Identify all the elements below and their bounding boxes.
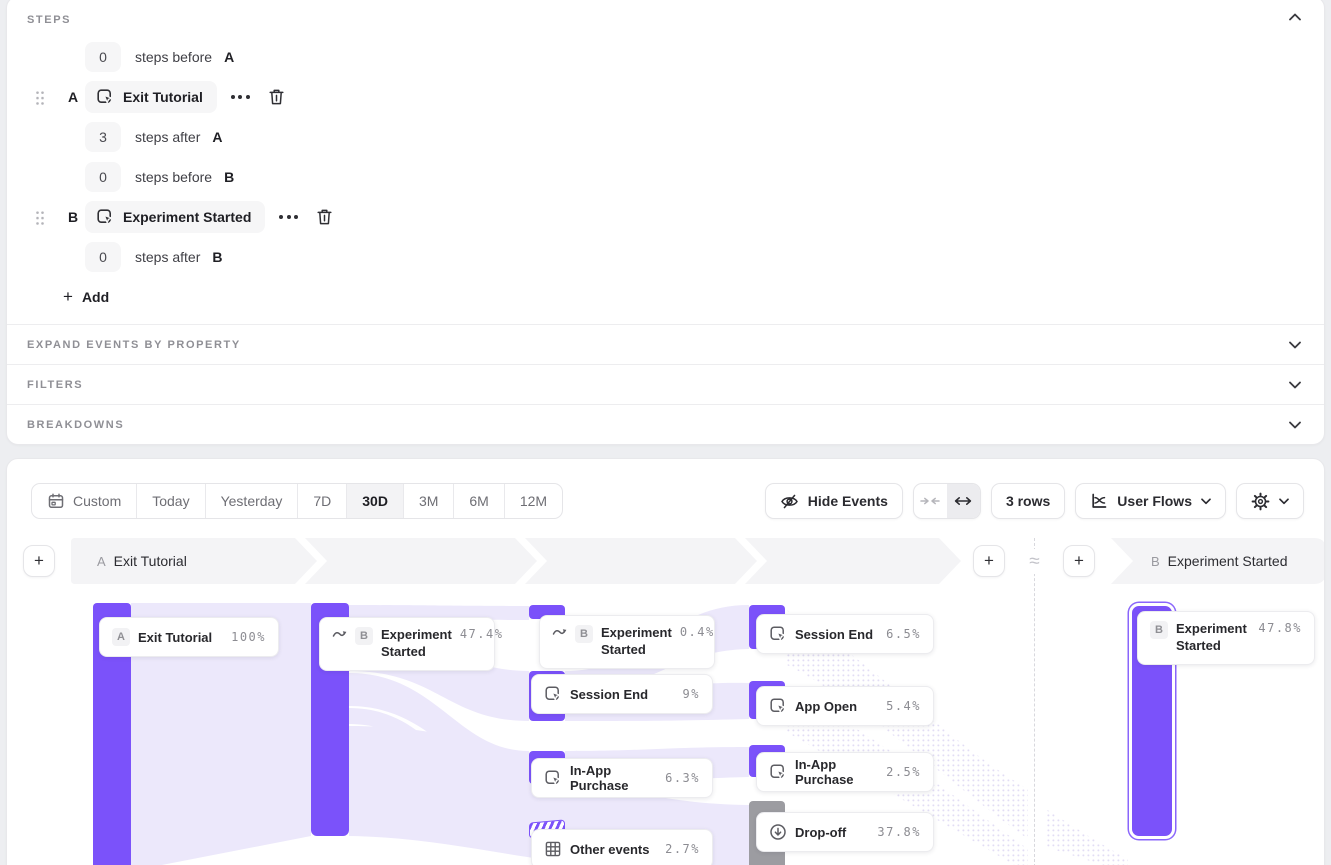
- flow-node-experiment-started-step3[interactable]: B Experiment Started 0.4%: [539, 615, 715, 669]
- event-click-icon: [544, 769, 562, 787]
- steps-after-a-row: 3 steps after A: [7, 117, 1324, 157]
- flow-node-exit-tutorial[interactable]: A Exit Tutorial 100%: [99, 617, 279, 657]
- chevron-down-icon[interactable]: [1284, 374, 1306, 396]
- expand-events-by-property-section[interactable]: EXPAND EVENTS BY PROPERTY: [7, 324, 1324, 364]
- steps-count-input[interactable]: 0: [85, 42, 121, 72]
- step-a-badge: A: [112, 628, 130, 646]
- chart-controls: Hide Events 3 rows User Flows: [765, 483, 1304, 519]
- hide-events-button[interactable]: Hide Events: [765, 483, 903, 519]
- user-flows-chart-icon: [1090, 492, 1108, 510]
- chevron-down-icon[interactable]: [1284, 334, 1306, 356]
- chevron-down-icon: [1279, 498, 1289, 505]
- date-range-yesterday[interactable]: Yesterday: [205, 484, 298, 518]
- event-click-icon: [96, 208, 114, 226]
- rows-count-button[interactable]: 3 rows: [991, 483, 1065, 519]
- add-column-after-a-button[interactable]: +: [973, 545, 1005, 577]
- calendar-icon: [47, 492, 65, 510]
- step-b-badge: B: [355, 627, 373, 645]
- column-a-header[interactable]: A Exit Tutorial: [97, 538, 187, 584]
- step-b-row: B Experiment Started: [7, 197, 1324, 237]
- date-range-custom[interactable]: Custom: [32, 484, 136, 518]
- chevron-down-icon[interactable]: [1284, 414, 1306, 436]
- step-b-badge: B: [575, 625, 593, 643]
- columns-break-divider: [1034, 538, 1035, 865]
- date-range-7d[interactable]: 7D: [297, 484, 346, 518]
- filters-section[interactable]: FILTERS: [7, 364, 1324, 404]
- flow-node-other-events-step3[interactable]: Other events 2.7%: [531, 829, 713, 865]
- event-chip-exit-tutorial[interactable]: Exit Tutorial: [85, 81, 217, 113]
- step-b-badge: B: [1150, 621, 1168, 639]
- event-click-icon: [96, 88, 114, 106]
- collapse-columns-icon[interactable]: [914, 484, 947, 518]
- column-b-header[interactable]: B Experiment Started: [1151, 538, 1288, 584]
- delete-step-icon[interactable]: [268, 88, 285, 106]
- flow-continue-arrow-icon: [332, 627, 347, 639]
- steps-section-title: STEPS: [27, 14, 71, 26]
- view-type-dropdown[interactable]: User Flows: [1075, 483, 1226, 519]
- step-letter: A: [64, 89, 82, 105]
- step-a-row: A Exit Tutorial: [7, 77, 1324, 117]
- event-click-icon: [769, 697, 787, 715]
- plus-icon: +: [63, 287, 73, 307]
- date-range-3m[interactable]: 3M: [403, 484, 453, 518]
- more-options-icon[interactable]: [279, 207, 298, 227]
- event-click-icon: [544, 685, 562, 703]
- eye-off-icon: [780, 492, 799, 511]
- dropoff-arrow-icon: [769, 823, 787, 841]
- flow-node-session-end-step3[interactable]: Session End 9%: [531, 674, 713, 714]
- date-range-today[interactable]: Today: [136, 484, 204, 518]
- date-range-30d-selected[interactable]: 30D: [346, 484, 403, 518]
- collapse-expand-toggle: [913, 483, 981, 519]
- flow-continue-arrow-icon: [552, 625, 567, 637]
- add-column-before-b-button[interactable]: +: [1063, 545, 1095, 577]
- delete-step-icon[interactable]: [316, 208, 333, 226]
- query-builder-panel: STEPS 0 steps before A A Exit Tutorial: [6, 0, 1325, 445]
- flow-node-experiment-started-end[interactable]: B Experiment Started 47.8%: [1137, 611, 1315, 665]
- flow-node-inapp-purchase-step4[interactable]: In-App Purchase 2.5%: [756, 752, 934, 792]
- grid-icon: [544, 840, 562, 858]
- approx-break-symbol: ≈: [1022, 549, 1047, 574]
- drag-handle-icon[interactable]: [35, 210, 45, 225]
- flow-node-session-end-step4[interactable]: Session End 6.5%: [756, 614, 934, 654]
- more-options-icon[interactable]: [231, 87, 250, 107]
- event-click-icon: [769, 625, 787, 643]
- steps-after-b-row: 0 steps after B: [7, 237, 1324, 277]
- date-range-6m[interactable]: 6M: [453, 484, 503, 518]
- gear-icon: [1251, 492, 1270, 511]
- breakdowns-section[interactable]: BREAKDOWNS: [7, 404, 1324, 444]
- flow-node-inapp-purchase-step3[interactable]: In-App Purchase 6.3%: [531, 758, 713, 798]
- flow-node-dropoff-step4[interactable]: Drop-off 37.8%: [756, 812, 934, 852]
- event-click-icon: [769, 763, 787, 781]
- steps-count-input[interactable]: 0: [85, 242, 121, 272]
- flow-node-experiment-started-step2[interactable]: B Experiment Started 47.4%: [319, 617, 495, 671]
- add-step-button[interactable]: + Add: [7, 277, 1324, 317]
- steps-count-input[interactable]: 3: [85, 122, 121, 152]
- steps-count-input[interactable]: 0: [85, 162, 121, 192]
- flows-visualization-panel: Custom Today Yesterday 7D 30D 3M 6M 12M …: [6, 458, 1325, 865]
- add-column-left-button[interactable]: +: [23, 545, 55, 577]
- step-letter: B: [64, 209, 82, 225]
- step-columns-header: [71, 538, 961, 584]
- chevron-up-icon[interactable]: [1284, 6, 1306, 28]
- steps-before-a-row: 0 steps before A: [7, 37, 1324, 77]
- sankey-flow-chart: A Exit Tutorial B Experiment Started + +…: [7, 459, 1324, 865]
- event-chip-experiment-started[interactable]: Experiment Started: [85, 201, 265, 233]
- steps-section-header[interactable]: STEPS: [7, 0, 1324, 37]
- flow-node-app-open-step4[interactable]: App Open 5.4%: [756, 686, 934, 726]
- date-range-picker: Custom Today Yesterday 7D 30D 3M 6M 12M: [31, 483, 563, 519]
- steps-before-b-row: 0 steps before B: [7, 157, 1324, 197]
- expand-columns-icon[interactable]: [947, 484, 980, 518]
- drag-handle-icon[interactable]: [35, 90, 45, 105]
- settings-dropdown[interactable]: [1236, 483, 1304, 519]
- user-flows-report: STEPS 0 steps before A A Exit Tutorial: [0, 0, 1331, 865]
- chevron-down-icon: [1201, 498, 1211, 505]
- chart-toolbar: Custom Today Yesterday 7D 30D 3M 6M 12M …: [31, 483, 1304, 519]
- date-range-12m[interactable]: 12M: [504, 484, 562, 518]
